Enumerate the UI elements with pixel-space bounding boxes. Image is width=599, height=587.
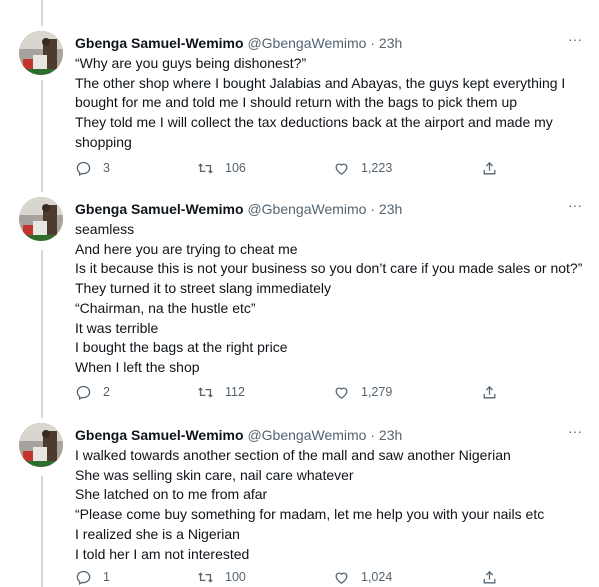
retweet-icon <box>198 571 213 583</box>
avatar[interactable] <box>19 423 63 467</box>
share-icon <box>483 161 496 174</box>
tweet-header: Gbenga Samuel-Wemimo @GbengaWemimo · 23h <box>75 34 402 52</box>
separator: · <box>370 427 376 443</box>
like-icon <box>335 387 348 399</box>
thread-line <box>41 476 43 587</box>
tweet-header: Gbenga Samuel-Wemimo @GbengaWemimo · 23h <box>75 426 402 444</box>
reply-icon <box>76 385 91 400</box>
like-button[interactable]: 1,223 <box>333 158 392 178</box>
tweet-line: She latched on to me from afar <box>75 486 268 503</box>
tweet-line: And here you are trying to cheat me <box>75 240 298 257</box>
retweet-button[interactable]: 106 <box>197 158 246 178</box>
like-icon <box>335 163 348 175</box>
tweet-line: “Chairman, na the hustle etc” <box>75 299 256 316</box>
like-count: 1,223 <box>361 161 393 175</box>
tweet-line: When I left the shop <box>75 358 200 375</box>
timestamp[interactable]: 23h <box>379 35 402 51</box>
tweet-line: I realized she is a Nigerian <box>75 525 240 542</box>
tweet-line: “Why are you guys being dishonest?” <box>75 55 307 71</box>
like-count: 1,024 <box>361 570 393 584</box>
avatar-image <box>19 423 63 467</box>
like-count: 1,279 <box>361 385 393 399</box>
reply-button[interactable]: 2 <box>75 382 110 402</box>
tweet-line: Is it because this is not your business … <box>75 260 583 277</box>
separator: · <box>370 35 376 51</box>
reply-count: 3 <box>103 161 110 175</box>
tweet-text: “Why are you guys being dishonest?” The … <box>75 54 590 153</box>
thread-line <box>41 250 43 418</box>
tweet-line: seamless <box>75 221 135 237</box>
tweet-line: bought for me and told me I should retur… <box>75 94 518 111</box>
tweet-line: I bought the bags at the right price <box>75 339 288 356</box>
tweet-text: seamless And here you are trying to chea… <box>75 220 590 378</box>
retweet-count: 106 <box>225 161 246 175</box>
like-icon <box>335 572 348 584</box>
tweet-actions: 2 112 1,279 <box>75 382 585 402</box>
tweet-line: The other shop where I bought Jalabias a… <box>75 74 566 91</box>
author-handle[interactable]: @GbengaWemimo <box>247 201 366 217</box>
avatar[interactable] <box>19 197 63 241</box>
retweet-button[interactable]: 100 <box>197 567 246 587</box>
reply-count: 2 <box>103 385 110 399</box>
share-button[interactable] <box>481 158 498 178</box>
author-handle[interactable]: @GbengaWemimo <box>247 427 366 443</box>
tweet-line: “Please come buy something for madam, le… <box>75 506 545 523</box>
thread-line <box>41 80 43 192</box>
timestamp[interactable]: 23h <box>379 427 402 443</box>
author-name[interactable]: Gbenga Samuel-Wemimo <box>75 427 244 443</box>
tweet-line: They turned it to street slang immediate… <box>75 280 332 297</box>
like-button[interactable]: 1,279 <box>333 382 392 402</box>
retweet-icon <box>198 162 213 174</box>
tweet-line: I told her I am not interested <box>75 545 250 562</box>
author-handle[interactable]: @GbengaWemimo <box>247 35 366 51</box>
tweet-line: They told me I will collect the tax dedu… <box>75 114 553 131</box>
avatar-image <box>19 197 63 241</box>
reply-button[interactable]: 1 <box>75 567 110 587</box>
tweet-line: I walked towards another section of the … <box>75 447 511 463</box>
retweet-count: 100 <box>225 570 246 584</box>
share-icon <box>483 570 496 583</box>
reply-button[interactable]: 3 <box>75 158 110 178</box>
tweet-header: Gbenga Samuel-Wemimo @GbengaWemimo · 23h <box>75 200 402 218</box>
reply-icon <box>76 161 91 176</box>
avatar[interactable] <box>19 31 63 75</box>
tweet-line: It was terrible <box>75 319 159 336</box>
like-button[interactable]: 1,024 <box>333 567 392 587</box>
more-icon[interactable]: ··· <box>565 424 585 442</box>
thread-line <box>41 0 43 26</box>
share-button[interactable] <box>481 567 498 587</box>
tweet-text: I walked towards another section of the … <box>75 446 590 564</box>
share-button[interactable] <box>481 382 498 402</box>
retweet-count: 112 <box>225 385 245 399</box>
timestamp[interactable]: 23h <box>379 201 402 217</box>
share-icon <box>483 385 496 398</box>
retweet-icon <box>198 386 213 398</box>
tweet-line: She was selling skin care, nail care wha… <box>75 466 354 483</box>
tweet-actions: 3 106 1,223 <box>75 158 585 178</box>
more-icon[interactable]: ··· <box>565 198 585 216</box>
separator: · <box>370 201 376 217</box>
more-icon[interactable]: ··· <box>565 32 585 50</box>
tweet-line: shopping <box>75 133 132 150</box>
avatar-image <box>19 31 63 75</box>
retweet-button[interactable]: 112 <box>197 382 245 402</box>
author-name[interactable]: Gbenga Samuel-Wemimo <box>75 35 244 51</box>
author-name[interactable]: Gbenga Samuel-Wemimo <box>75 201 244 217</box>
tweet-actions: 1 100 1,024 <box>75 567 585 587</box>
reply-count: 1 <box>103 570 110 584</box>
reply-icon <box>76 570 91 585</box>
